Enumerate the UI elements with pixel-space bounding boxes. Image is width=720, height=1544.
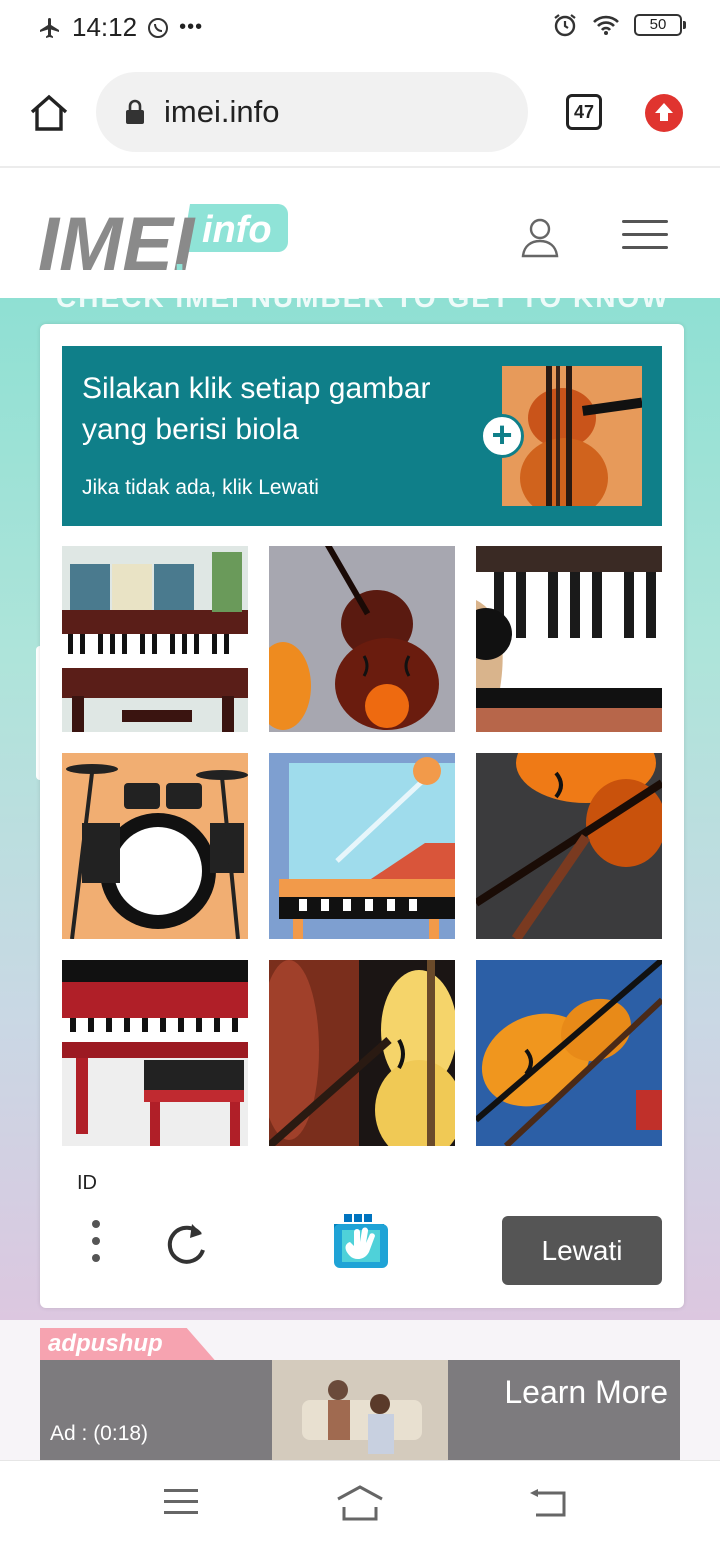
- logo-main-text: IMEI: [38, 202, 196, 282]
- url-text: imei.info: [164, 94, 280, 129]
- skip-button[interactable]: Lewati: [502, 1216, 662, 1285]
- captcha-prompt: Silakan klik setiap gambar yang berisi b…: [62, 346, 662, 526]
- arrow-up-icon: [655, 103, 673, 121]
- logo-dot: .: [174, 235, 185, 279]
- status-bar: 14:12 ••• 50: [0, 0, 720, 56]
- back-icon[interactable]: [528, 1487, 568, 1519]
- whatsapp-icon: [148, 17, 169, 38]
- browser-toolbar: imei.info 47: [0, 56, 720, 168]
- alarm-icon: [554, 14, 576, 37]
- image-tile-violin-yellow[interactable]: [269, 960, 455, 1146]
- image-tile-violin-blue[interactable]: [476, 960, 662, 1146]
- battery-level: 50: [649, 16, 667, 33]
- clock: 14:12: [72, 12, 138, 42]
- more-notifications-icon: •••: [179, 16, 204, 38]
- ad-video-thumbnail: [272, 1360, 448, 1460]
- prompt-subtext: Jika tidak ada, klik Lewati: [82, 476, 319, 499]
- wifi-icon: [593, 15, 619, 35]
- recent-apps-icon[interactable]: [164, 1489, 198, 1515]
- captcha-dialog: Silakan klik setiap gambar yang berisi b…: [40, 324, 684, 1308]
- ad-video[interactable]: Ad : (0:18) Learn More: [40, 1360, 680, 1460]
- nav-home-icon[interactable]: [336, 1483, 384, 1521]
- expand-example-button[interactable]: +: [480, 414, 524, 458]
- battery-icon: 50: [634, 14, 686, 36]
- language-selector[interactable]: ID: [77, 1172, 97, 1195]
- system-nav-bar: [0, 1460, 720, 1544]
- image-tile-violin[interactable]: [269, 546, 455, 732]
- refresh-icon[interactable]: [162, 1220, 210, 1268]
- hero-text: CHECK IMEI NUMBER TO GET TO KNOW: [56, 298, 670, 314]
- hcaptcha-logo-icon[interactable]: [328, 1214, 394, 1276]
- image-tile-drum-kit[interactable]: [62, 753, 248, 939]
- airplane-icon: [40, 17, 59, 38]
- update-button[interactable]: [645, 94, 683, 132]
- ad-timer: Ad : (0:18): [50, 1422, 149, 1445]
- prompt-text: Silakan klik setiap gambar yang berisi b…: [82, 372, 431, 446]
- image-tile-piano-room[interactable]: [62, 546, 248, 732]
- image-tile-piano-keys[interactable]: [476, 546, 662, 732]
- logo-sub-text: info: [202, 209, 272, 251]
- image-tile-violin-dark[interactable]: [476, 753, 662, 939]
- address-bar[interactable]: imei.info: [96, 72, 528, 152]
- ad-brand-label: adpushup: [40, 1328, 215, 1360]
- more-options-button[interactable]: [90, 1220, 102, 1270]
- home-icon[interactable]: [28, 92, 70, 134]
- site-logo[interactable]: IMEI . info: [38, 192, 298, 287]
- lock-icon: [126, 99, 144, 124]
- user-icon[interactable]: [520, 216, 560, 258]
- tab-switcher-button[interactable]: 47: [566, 94, 602, 130]
- learn-more-button[interactable]: Learn More: [504, 1374, 668, 1411]
- ad-banner: adpushup Ad : (0:18) Learn More: [0, 1320, 720, 1460]
- hamburger-menu-button[interactable]: [622, 220, 668, 252]
- image-tile-red-piano[interactable]: [62, 960, 248, 1146]
- image-tile-grand-piano[interactable]: [269, 753, 455, 939]
- site-header: IMEI . info: [0, 170, 720, 298]
